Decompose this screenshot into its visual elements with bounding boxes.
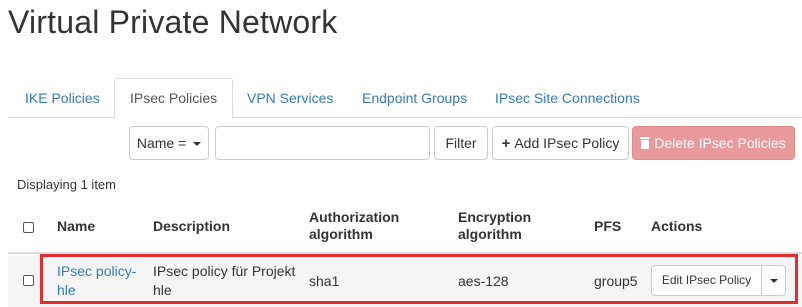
- filter-field-dropdown[interactable]: Name =: [129, 126, 209, 160]
- column-header-encryption-algorithm[interactable]: Encryption algorithm: [458, 209, 531, 243]
- add-ipsec-policy-label: Add IPsec Policy: [514, 135, 620, 151]
- filter-button[interactable]: Filter: [434, 126, 488, 160]
- trash-icon: [640, 137, 651, 149]
- caret-down-icon: [193, 142, 202, 147]
- column-header-pfs[interactable]: PFS: [594, 218, 621, 235]
- column-header-description[interactable]: Description: [153, 218, 230, 235]
- tab-ipsec-policies[interactable]: IPsec Policies: [114, 78, 234, 119]
- tab-bar: IKE Policies IPsec Policies VPN Services…: [8, 78, 802, 119]
- column-header-auth-line1: Authorization: [309, 209, 400, 225]
- tab-ipsec-site-connections[interactable]: IPsec Site Connections: [480, 78, 655, 118]
- plus-icon: +: [501, 135, 511, 152]
- item-count: Displaying 1 item: [17, 177, 116, 192]
- row-highlight-box: [40, 254, 798, 304]
- tab-vpn-services[interactable]: VPN Services: [232, 78, 348, 118]
- add-ipsec-policy-button[interactable]: + Add IPsec Policy: [492, 126, 629, 160]
- column-header-authorization-algorithm[interactable]: Authorization algorithm: [309, 209, 399, 243]
- tab-endpoint-groups[interactable]: Endpoint Groups: [347, 78, 482, 118]
- column-header-actions: Actions: [651, 218, 703, 234]
- column-header-enc-line2: algorithm: [458, 226, 522, 242]
- column-header-enc-line1: Encryption: [458, 209, 532, 225]
- select-all-checkbox[interactable]: [23, 222, 34, 233]
- column-header-auth-line2: algorithm: [309, 226, 373, 242]
- delete-ipsec-policies-label: Delete IPsec Policies: [654, 135, 786, 151]
- column-header-name[interactable]: Name: [57, 218, 95, 235]
- row-select-checkbox[interactable]: [23, 275, 34, 286]
- filter-input[interactable]: [215, 126, 430, 160]
- tab-ike-policies[interactable]: IKE Policies: [10, 78, 115, 118]
- page-title: Virtual Private Network: [8, 4, 338, 40]
- delete-ipsec-policies-button[interactable]: Delete IPsec Policies: [632, 126, 795, 160]
- filter-field-label: Name =: [136, 135, 187, 151]
